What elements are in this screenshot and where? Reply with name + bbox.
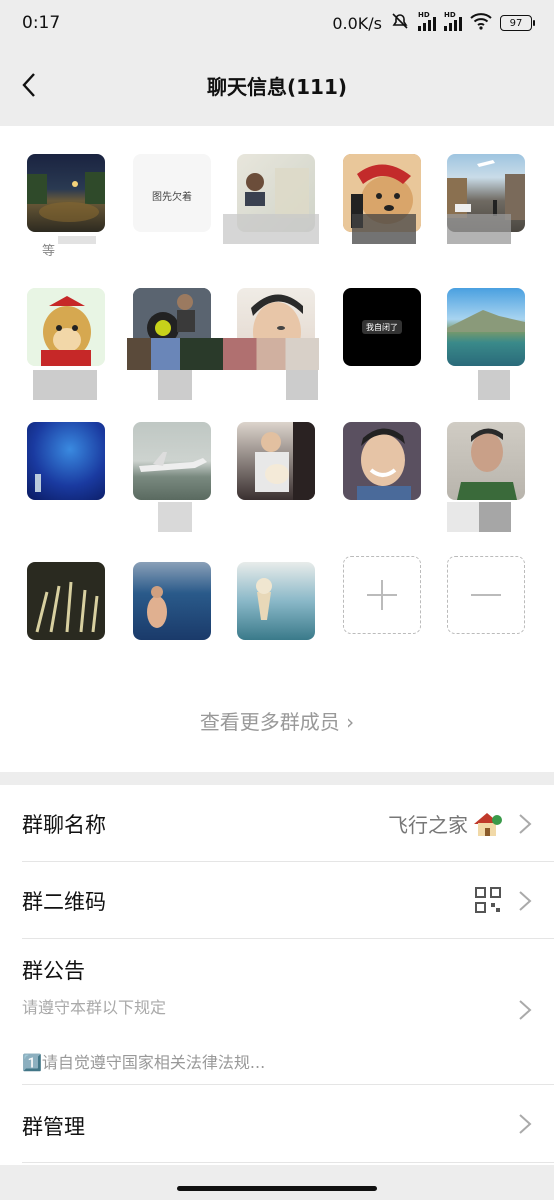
name-blur <box>127 338 223 370</box>
group-notice-line-1: 请遵守本群以下规定 <box>22 998 167 1017</box>
group-qr-label: 群二维码 <box>22 890 106 914</box>
group-name-value: 飞行之家 <box>388 809 502 838</box>
status-time: 0:17 <box>22 13 61 33</box>
network-speed: 0.0K/s <box>332 13 382 33</box>
name-blur <box>478 370 510 400</box>
member-avatar-18[interactable] <box>237 562 315 640</box>
member-name-1: 等 <box>42 244 56 259</box>
name-blur <box>33 370 97 400</box>
house-emoji-icon <box>474 812 502 836</box>
chevron-right-icon <box>519 814 532 834</box>
status-bar: 0:17 0.0K/s HD HD 97 <box>0 0 554 46</box>
member-avatar-14[interactable] <box>343 422 421 500</box>
mute-icon <box>390 11 410 35</box>
remove-member-button[interactable] <box>447 556 525 634</box>
chevron-right-icon <box>519 1000 532 1020</box>
group-manage-label: 群管理 <box>22 1115 85 1139</box>
group-info-list: 群聊名称 飞行之家 群二维码 群公告 请遵守本群以下规定 1️⃣请自觉遵守国家相… <box>0 785 554 1165</box>
member-avatar-12[interactable] <box>133 422 211 500</box>
name-blur <box>447 214 511 244</box>
member-grid: 等 图先欠着 我自闭了 查看更多群成员 › <box>0 126 554 772</box>
back-button[interactable] <box>14 68 44 102</box>
qr-code-icon <box>475 887 501 913</box>
name-blur <box>223 338 319 370</box>
member-avatar-17[interactable] <box>133 562 211 640</box>
wifi-icon <box>470 12 492 34</box>
page-title: 聊天信息(111) <box>206 74 348 99</box>
chevron-right-icon <box>519 1114 532 1134</box>
chevron-left-icon <box>22 73 35 97</box>
plus-icon <box>367 580 397 610</box>
member-avatar-10[interactable] <box>447 288 525 366</box>
member-avatar-15[interactable] <box>447 422 525 500</box>
signal-icon-2: HD <box>444 11 462 31</box>
name-blur <box>447 502 511 532</box>
avatar-text: 图先欠着 <box>152 192 192 203</box>
signal-icon-1: HD <box>418 11 436 31</box>
name-blur <box>158 502 192 532</box>
nav-bar: 聊天信息(111) <box>0 46 554 124</box>
home-indicator[interactable] <box>177 1186 377 1191</box>
group-name-row[interactable]: 群聊名称 飞行之家 <box>22 785 554 862</box>
status-icons: 0.0K/s HD HD 97 <box>332 11 535 35</box>
gesture-bar-area <box>0 1165 554 1200</box>
chevron-right-icon <box>519 891 532 911</box>
group-name-label: 群聊名称 <box>22 813 106 837</box>
group-notice-label: 群公告 <box>22 959 85 983</box>
avatar-text: 我自闭了 <box>362 320 402 334</box>
member-avatar-13[interactable] <box>237 422 315 500</box>
group-qr-row[interactable]: 群二维码 <box>22 862 554 939</box>
group-notice-line-2: 1️⃣请自觉遵守国家相关法律法规... <box>22 1053 266 1072</box>
name-blur <box>223 214 319 244</box>
member-avatar-11[interactable] <box>27 422 105 500</box>
member-avatar-2[interactable]: 图先欠着 <box>133 154 211 232</box>
name-blur <box>352 214 416 244</box>
member-avatar-9[interactable]: 我自闭了 <box>343 288 421 366</box>
minus-icon <box>471 594 501 596</box>
group-notice-row[interactable]: 群公告 请遵守本群以下规定 1️⃣请自觉遵守国家相关法律法规... <box>22 939 554 1085</box>
member-avatar-16[interactable] <box>27 562 105 640</box>
member-avatar-6[interactable] <box>27 288 105 366</box>
name-blur <box>58 236 96 244</box>
member-avatar-1[interactable] <box>27 154 105 232</box>
name-blur <box>286 370 318 400</box>
group-manage-row[interactable]: 群管理 <box>22 1085 554 1163</box>
add-member-button[interactable] <box>343 556 421 634</box>
name-blur <box>158 370 192 400</box>
view-more-members-link[interactable]: 查看更多群成员 › <box>0 706 554 735</box>
battery-icon: 97 <box>500 15 535 31</box>
